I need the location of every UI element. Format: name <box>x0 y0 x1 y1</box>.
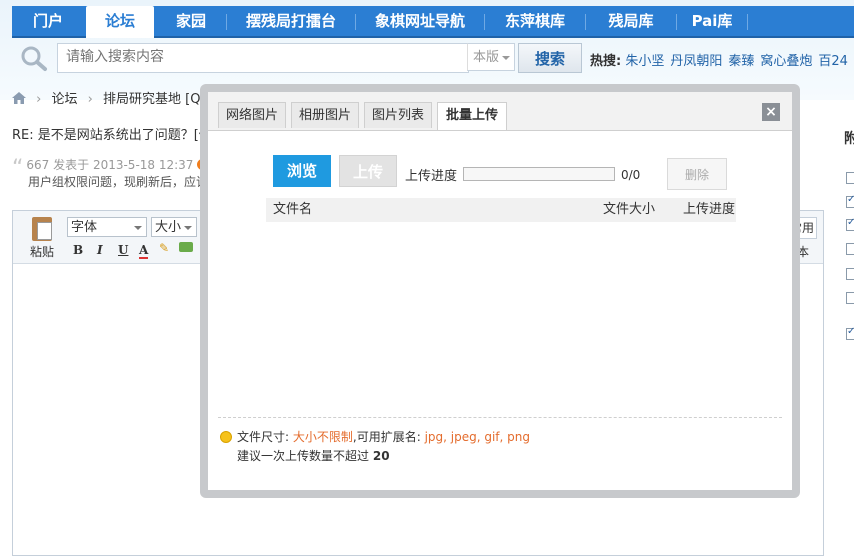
quote-meta-text: 667 发表于 2013-5-18 12:37 <box>26 158 193 172</box>
nav-item-portal[interactable]: 门户 <box>12 6 84 36</box>
column-header-size: 文件大小 <box>603 198 655 222</box>
tip-ext-label: ,可用扩展名: <box>353 430 421 444</box>
chevron-down-icon <box>502 56 510 60</box>
paste-label: 粘贴 <box>30 245 54 259</box>
lightbulb-icon <box>220 431 232 443</box>
nav-divider <box>747 14 748 30</box>
hot-item[interactable]: 窝心叠炮 <box>760 54 812 69</box>
divider <box>218 417 782 418</box>
nav-item-home[interactable]: 家园 <box>156 6 226 36</box>
hot-label: 热搜: <box>590 54 621 69</box>
option-checkbox[interactable] <box>846 328 854 340</box>
link-icon[interactable] <box>179 242 193 252</box>
search-box <box>57 43 469 73</box>
tab-album-images[interactable]: 相册图片 <box>291 102 359 128</box>
font-select[interactable]: 字体 <box>67 217 147 237</box>
underline-button[interactable]: U <box>118 243 128 257</box>
option-checkbox[interactable] <box>846 172 854 184</box>
upload-tip-count: 建议一次上传数量不超过 20 <box>237 447 390 464</box>
breadcrumb-separator: › <box>36 92 41 107</box>
post-title: RE: 是不是网站系统出了问题？[修改 <box>12 124 225 143</box>
nav-item-forum[interactable]: 论坛 <box>86 6 154 38</box>
quote-meta: “667 发表于 2013-5-18 12:37 <box>12 150 208 175</box>
highlight-icon[interactable]: ✎ <box>159 241 169 255</box>
sidebar-heading: 附 <box>844 128 854 148</box>
dialog-body: 网络图片 相册图片 图片列表 批量上传 × 浏览 上传 上传进度 0/0 删除 … <box>208 92 792 490</box>
search-input[interactable] <box>58 44 469 70</box>
chevron-down-icon <box>134 226 142 230</box>
font-select-label: 字体 <box>71 220 97 235</box>
close-icon[interactable]: × <box>762 103 780 121</box>
option-checkbox[interactable] <box>846 268 854 280</box>
tab-batch-upload[interactable]: 批量上传 <box>437 102 507 130</box>
hot-item[interactable]: 百24 <box>818 54 848 69</box>
chevron-down-icon <box>184 226 192 230</box>
tip-size-label: 文件尺寸: <box>237 430 289 444</box>
breadcrumb-separator: › <box>88 92 93 107</box>
font-color-button[interactable]: A <box>139 243 148 259</box>
hot-item[interactable]: 丹凤朝阳 <box>670 54 722 69</box>
breadcrumb-forum[interactable]: 论坛 <box>51 92 77 107</box>
progress-count: 0/0 <box>621 168 640 182</box>
paste-button[interactable]: 粘贴 <box>27 217 57 259</box>
nav-item-endgame-library[interactable]: 残局库 <box>586 6 676 36</box>
tab-image-list[interactable]: 图片列表 <box>364 102 432 128</box>
search-scope-select[interactable]: 本版 <box>467 43 515 71</box>
upload-tip-size: 文件尺寸: 大小不限制,可用扩展名: jpg, jpeg, gif, png <box>237 428 530 445</box>
upload-button[interactable]: 上传 <box>339 155 397 187</box>
bold-button[interactable]: B <box>73 243 83 257</box>
nav-item-site-guide[interactable]: 象棋网址导航 <box>356 6 484 36</box>
size-select-label: 大小 <box>155 220 181 235</box>
search-icon <box>18 44 50 72</box>
hot-searches: 热搜: 朱小坚丹凤朝阳秦臻窝心叠炮百24背 <box>590 50 854 69</box>
tip-count-value: 20 <box>373 449 390 463</box>
file-table-header: 文件名 文件大小 上传进度 <box>266 198 736 222</box>
column-header-progress: 上传进度 <box>683 198 735 222</box>
size-select[interactable]: 大小 <box>151 217 197 237</box>
delete-button[interactable]: 删除 <box>667 158 727 190</box>
option-checkbox[interactable] <box>846 196 854 208</box>
dialog-tabbar: 网络图片 相册图片 图片列表 批量上传 × <box>208 92 792 131</box>
clipboard-icon <box>32 217 52 241</box>
tip-size-value: 大小不限制 <box>293 430 353 444</box>
tip-ext-value: jpg, jpeg, gif, png <box>425 430 530 444</box>
home-icon[interactable] <box>12 92 26 104</box>
search-scope-label: 本版 <box>473 50 499 65</box>
nav-item-challenge[interactable]: 摆残局打擂台 <box>227 6 355 36</box>
column-header-name: 文件名 <box>273 198 312 222</box>
main-nav: 门户 论坛 家园 摆残局打擂台 象棋网址导航 东萍棋库 残局库 Pai库 <box>12 6 854 38</box>
hot-item[interactable]: 朱小坚 <box>625 54 664 69</box>
upload-progress-bar <box>463 167 615 181</box>
browse-button[interactable]: 浏览 <box>273 155 331 187</box>
tip-count-label: 建议一次上传数量不超过 <box>237 449 369 463</box>
nav-item-dongping-library[interactable]: 东萍棋库 <box>485 6 585 36</box>
option-checkbox[interactable] <box>846 292 854 304</box>
search-button[interactable]: 搜索 <box>518 43 582 73</box>
nav-item-pai-library[interactable]: Pai库 <box>677 6 747 36</box>
option-checkbox[interactable] <box>846 219 854 231</box>
quote-body: 用户组权限问题，现刷新后，应该 <box>28 173 208 190</box>
progress-label: 上传进度 <box>405 165 457 184</box>
image-upload-dialog: 网络图片 相册图片 图片列表 批量上传 × 浏览 上传 上传进度 0/0 删除 … <box>200 84 800 498</box>
hot-item[interactable]: 秦臻 <box>728 54 754 69</box>
option-checkbox[interactable] <box>846 243 854 255</box>
quote-mark-icon: “ <box>12 156 23 181</box>
tab-web-images[interactable]: 网络图片 <box>218 102 286 128</box>
italic-button[interactable]: I <box>97 243 103 257</box>
